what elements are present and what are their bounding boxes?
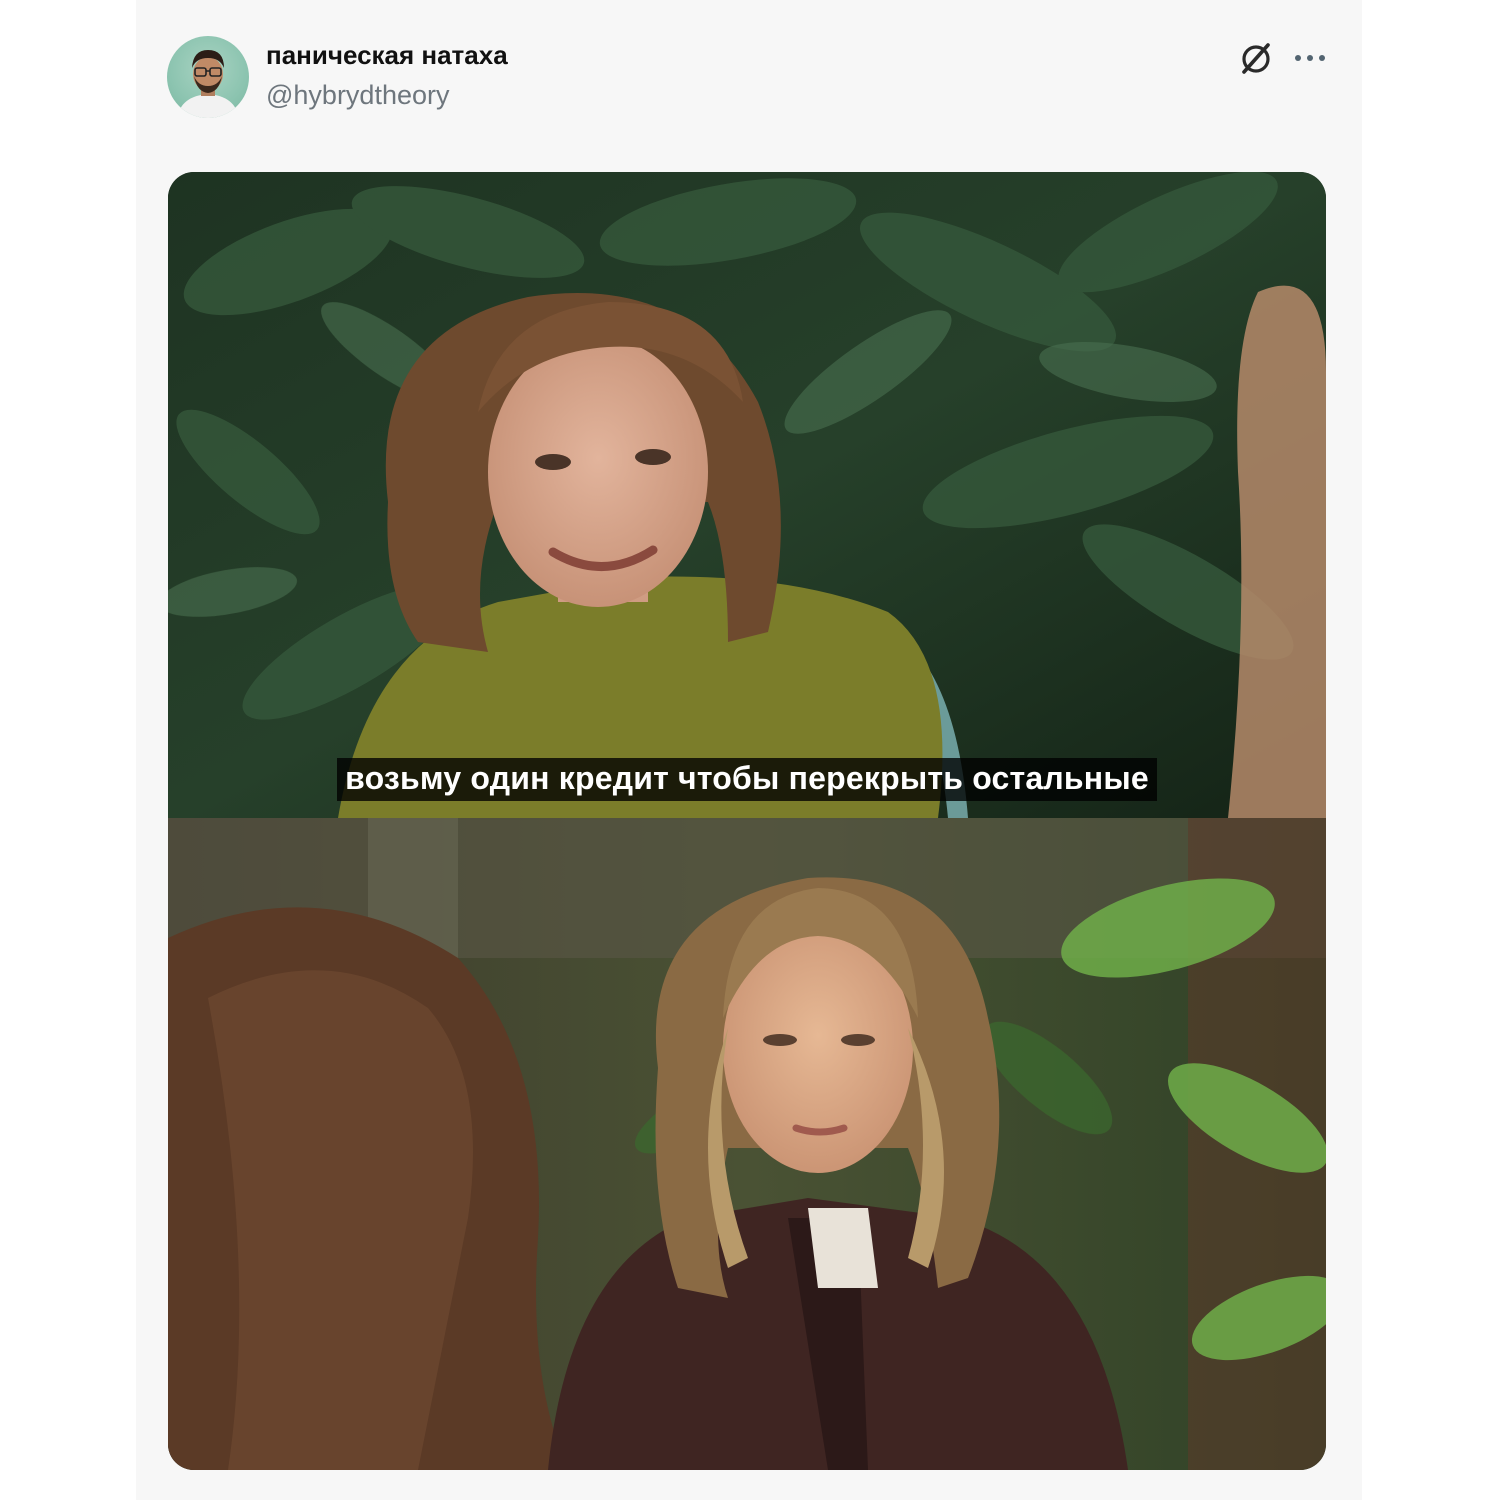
more-icon[interactable] xyxy=(1290,38,1330,78)
tweet-media[interactable]: возьму один кредит чтобы перекрыть остал… xyxy=(168,172,1326,1470)
author-handle[interactable]: @hybrydtheory xyxy=(266,80,450,111)
meme-panel-top xyxy=(168,172,1326,818)
grok-icon[interactable] xyxy=(1236,38,1276,78)
meme-panel-bottom xyxy=(168,818,1326,1470)
author-display-name[interactable]: паническая натаха xyxy=(266,40,508,71)
avatar[interactable] xyxy=(167,36,249,118)
